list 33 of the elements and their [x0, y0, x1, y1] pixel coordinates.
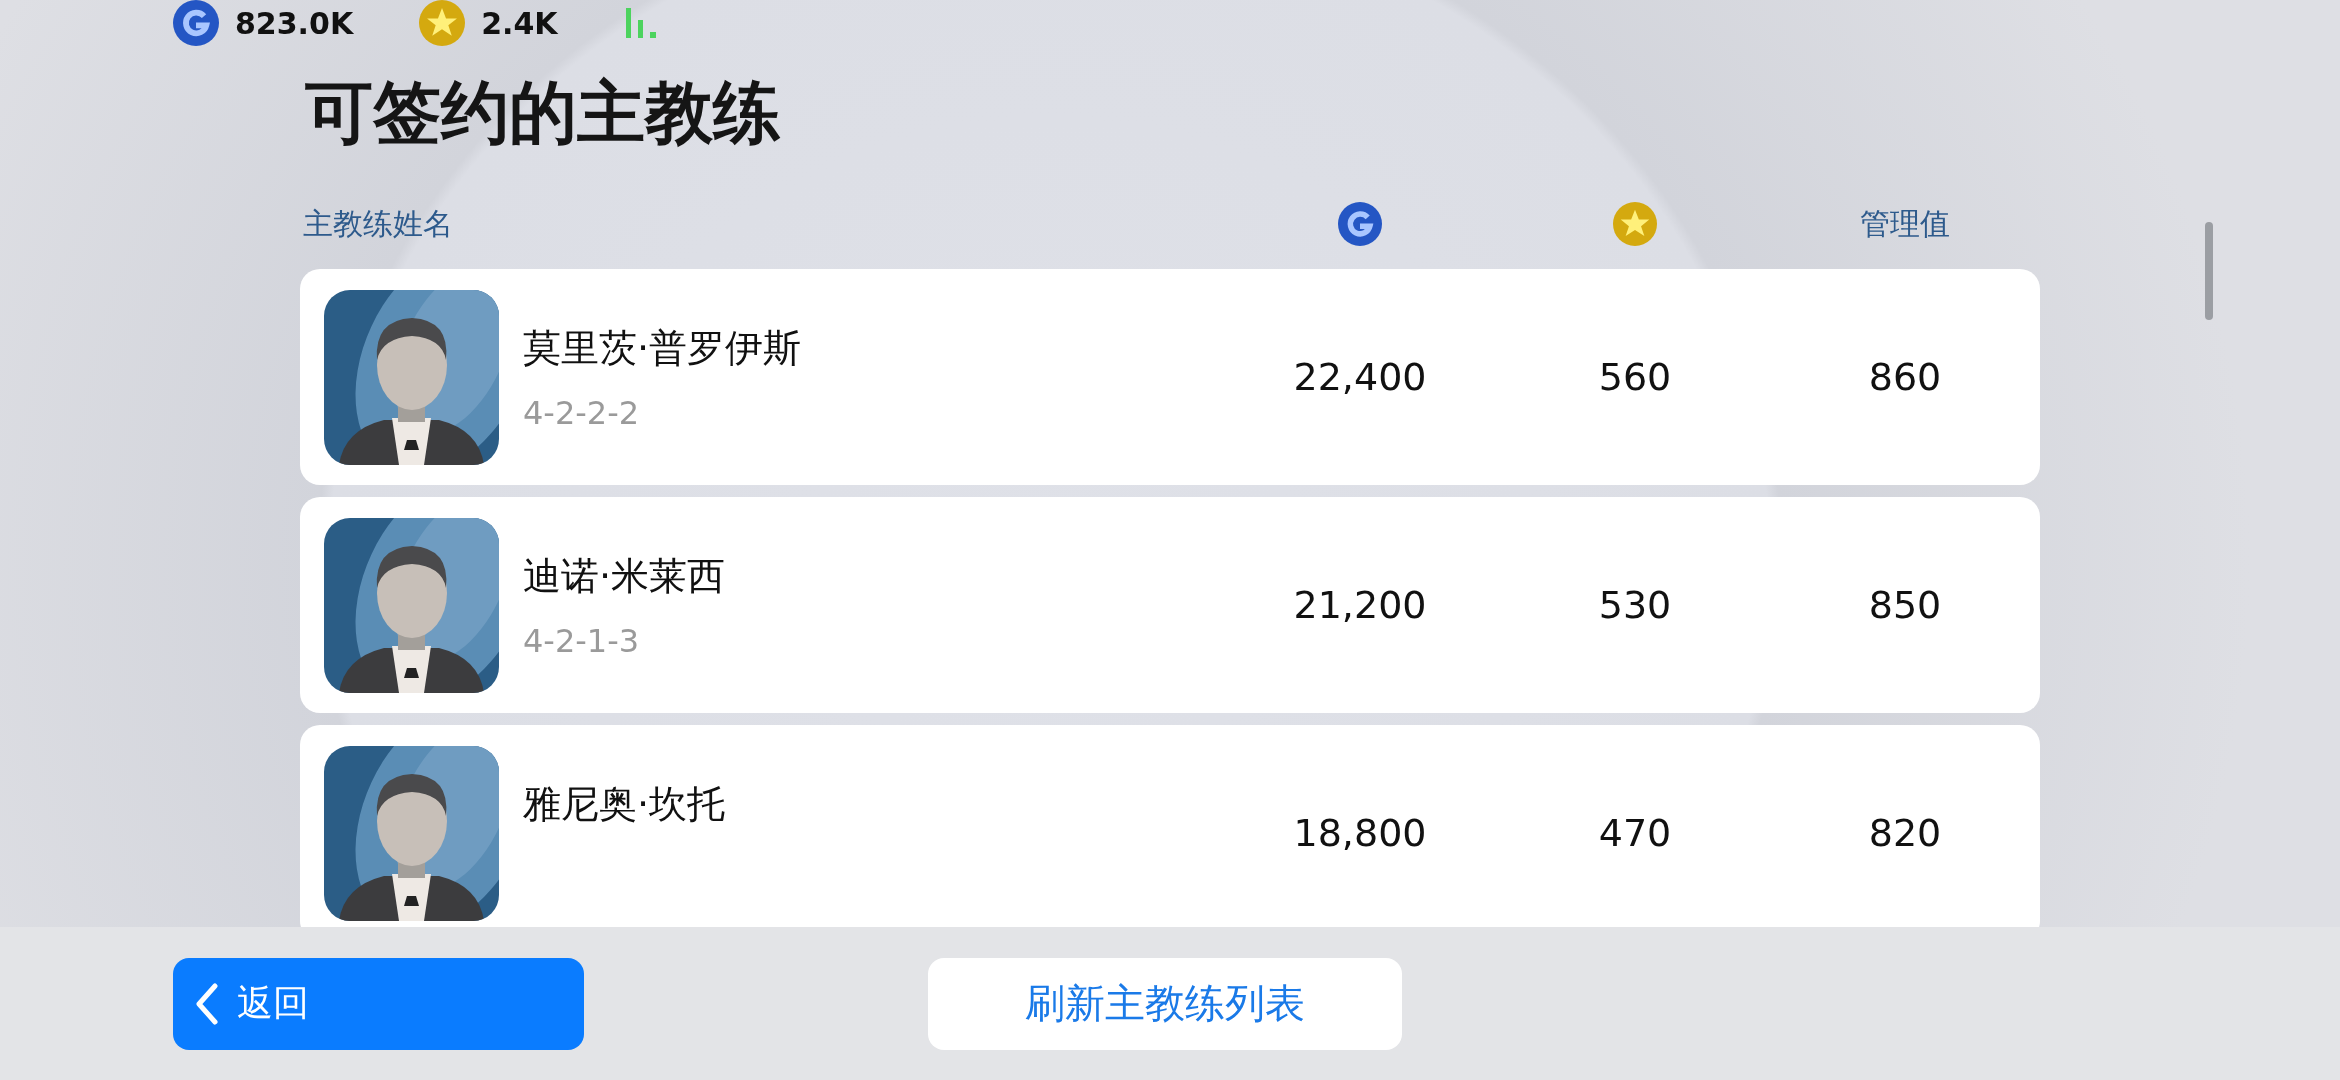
coin-cost: 530: [1597, 583, 1673, 627]
coach-card[interactable]: 迪诺·米莱西 4-2-1-3 21,200 530 850: [300, 497, 2040, 713]
formation: 4-2-1-3: [523, 621, 641, 660]
formation: 4-2-2-2: [523, 393, 641, 432]
star-coin-icon: [419, 0, 466, 46]
coin-cost: 470: [1597, 811, 1673, 855]
column-header: 主教练姓名: [303, 205, 453, 241]
avatar-icon: [324, 745, 499, 921]
management-value: 850: [1867, 583, 1943, 627]
avatar-icon: [324, 517, 499, 693]
coin-cost: 560: [1597, 355, 1673, 399]
scrollbar[interactable]: [2205, 222, 2213, 320]
coach-card[interactable]: 莫里茨·普罗伊斯 4-2-2-2 22,400 560 860: [300, 269, 2040, 485]
gp-coin-icon: [173, 0, 219, 46]
back-button[interactable]: 返回: [173, 957, 584, 1050]
management-value: 860: [1867, 355, 1943, 399]
management-value: 820: [1867, 811, 1943, 855]
avatar-icon: [324, 289, 499, 465]
gp-coin-icon: [1338, 202, 1382, 246]
gp-cost: 22,400: [1292, 355, 1428, 399]
refresh-button[interactable]: 刷新主教练列表: [928, 957, 1402, 1050]
gp-cost: 18,800: [1292, 811, 1428, 855]
coach-name: 莫里茨·普罗伊斯: [523, 324, 802, 372]
currency-amount: 823.0K: [235, 5, 354, 41]
gp-cost: 21,200: [1292, 583, 1428, 627]
star-coin-icon: [1613, 202, 1657, 246]
column-header: 管理值: [1860, 204, 1950, 243]
chevron-left-icon: [195, 982, 219, 1025]
page-title: 可签约的主教练: [305, 72, 782, 154]
coach-name: 雅尼奥·坎托: [523, 780, 726, 828]
coach-name: 迪诺·米莱西: [523, 552, 726, 600]
coach-card[interactable]: 雅尼奥·坎托 18,800 470 820: [300, 725, 2040, 927]
currency-amount: 2.4K: [481, 5, 558, 41]
